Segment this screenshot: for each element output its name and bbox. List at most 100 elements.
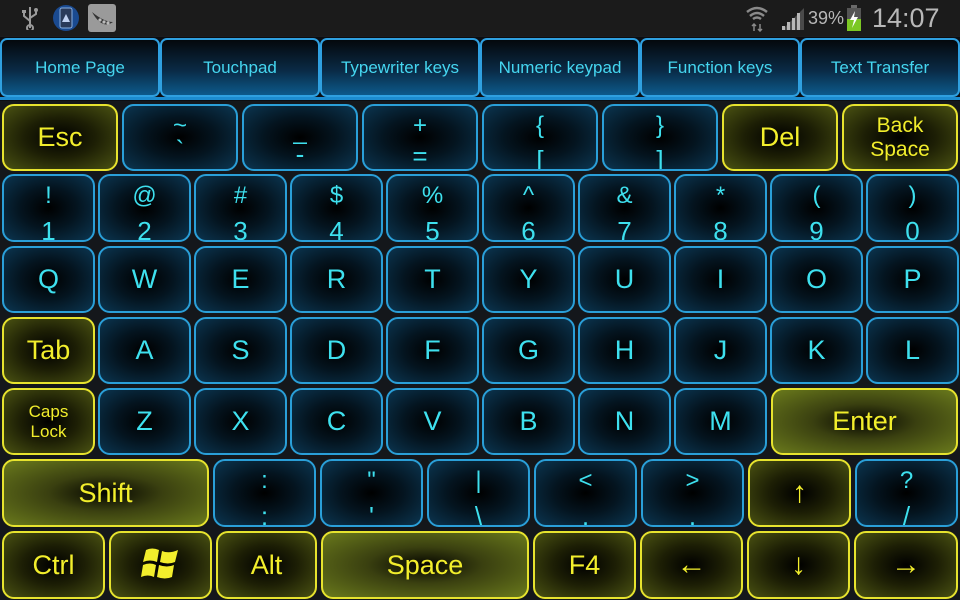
key-period[interactable]: >. — [641, 459, 744, 527]
key-e[interactable]: E — [194, 246, 287, 313]
key-label: T — [424, 264, 441, 294]
key-slash[interactable]: ? / — [855, 459, 958, 527]
key-digit-3[interactable]: #3 — [194, 174, 287, 242]
key-label: E — [231, 264, 250, 294]
key-z[interactable]: Z — [98, 388, 191, 455]
key-windows[interactable] — [109, 531, 212, 599]
key-h[interactable]: H — [578, 317, 671, 384]
tab-function-keys[interactable]: Function keys — [640, 38, 800, 97]
key-label-line1: Caps — [28, 402, 69, 422]
key-shift-label: % — [421, 182, 444, 209]
tab-touchpad[interactable]: Touchpad — [160, 38, 320, 97]
key-f4[interactable]: F4 — [533, 531, 636, 599]
key-label-line2: Lock — [30, 421, 67, 441]
key-tab[interactable]: Tab — [2, 317, 95, 384]
key-label: D — [326, 335, 347, 365]
key-label: X — [231, 406, 250, 436]
key-digit-4[interactable]: $4 — [290, 174, 383, 242]
usb-icon — [20, 4, 40, 32]
key-tilde[interactable]: ~ ` — [122, 104, 238, 171]
key-base-label: ] — [656, 145, 664, 171]
key-ctrl[interactable]: Ctrl — [2, 531, 105, 599]
key-k[interactable]: K — [770, 317, 863, 384]
key-c[interactable]: C — [290, 388, 383, 455]
key-arrow-up[interactable]: ↑ — [748, 459, 851, 527]
key-digit-2[interactable]: @2 — [98, 174, 191, 242]
key-right-bracket[interactable]: }] — [602, 104, 718, 171]
key-shift-label: + — [412, 112, 427, 139]
key-backspace[interactable]: Back Space — [842, 104, 958, 171]
key-digit-7[interactable]: & 7 — [578, 174, 671, 242]
key-t[interactable]: T — [386, 246, 479, 313]
tab-numeric-keypad[interactable]: Numeric keypad — [480, 38, 640, 97]
key-base-label: 0 — [905, 216, 920, 242]
key-shift[interactable]: Shift — [2, 459, 209, 527]
tab-text-transfer[interactable]: Text Transfer — [800, 38, 960, 97]
key-del[interactable]: Del — [722, 104, 838, 171]
key-digit-6[interactable]: ^ 6 — [482, 174, 575, 242]
key-quote[interactable]: " ' — [320, 459, 423, 527]
key-digit-5[interactable]: % 5 — [386, 174, 479, 242]
key-digit-9[interactable]: (9 — [770, 174, 863, 242]
key-u[interactable]: U — [578, 246, 671, 313]
key-y[interactable]: Y — [482, 246, 575, 313]
key-n[interactable]: N — [578, 388, 671, 455]
key-digit-0[interactable]: ) 0 — [866, 174, 959, 242]
key-base-label: ; — [260, 501, 269, 527]
key-shift-label: ( — [812, 182, 821, 209]
key-left-bracket[interactable]: {[ — [482, 104, 598, 171]
key-a[interactable]: A — [98, 317, 191, 384]
key-x[interactable]: X — [194, 388, 287, 455]
key-label: A — [135, 335, 154, 365]
key-label: O — [805, 264, 827, 294]
arrow-up-icon: ↑ — [792, 476, 807, 509]
key-b[interactable]: B — [482, 388, 575, 455]
key-r[interactable]: R — [290, 246, 383, 313]
key-label: C — [326, 406, 347, 436]
key-backslash[interactable]: | \ — [427, 459, 530, 527]
key-label: Esc — [37, 122, 83, 152]
key-f[interactable]: F — [386, 317, 479, 384]
key-shift-label: ! — [45, 182, 52, 209]
key-m[interactable]: M — [674, 388, 767, 455]
key-base-label: ' — [369, 501, 374, 527]
app-shield-icon — [52, 4, 80, 32]
key-label: Y — [519, 264, 538, 294]
key-p[interactable]: P — [866, 246, 959, 313]
key-base-label: 1 — [41, 216, 56, 242]
key-g[interactable]: G — [482, 317, 575, 384]
key-o[interactable]: O — [770, 246, 863, 313]
key-equals[interactable]: + = — [362, 104, 478, 171]
key-shift-label: * — [715, 182, 726, 209]
key-i[interactable]: I — [674, 246, 767, 313]
key-alt[interactable]: Alt — [216, 531, 317, 599]
key-digit-1[interactable]: ! 1 — [2, 174, 95, 242]
key-esc[interactable]: Esc — [2, 104, 118, 171]
key-arrow-left[interactable]: ← — [640, 531, 743, 599]
key-space[interactable]: Space — [321, 531, 529, 599]
key-arrow-right[interactable]: → — [854, 531, 958, 599]
key-minus[interactable]: _ - — [242, 104, 358, 171]
peapod-app-icon — [88, 4, 116, 32]
key-shift-label: @ — [132, 182, 157, 209]
key-label: S — [231, 335, 250, 365]
key-s[interactable]: S — [194, 317, 287, 384]
key-digit-8[interactable]: * 8 — [674, 174, 767, 242]
key-j[interactable]: J — [674, 317, 767, 384]
tab-home-page[interactable]: Home Page — [0, 38, 160, 97]
key-label: W — [131, 264, 158, 294]
key-enter[interactable]: Enter — [771, 388, 958, 455]
key-base-label: 3 — [233, 216, 248, 242]
key-base-label: ` — [175, 135, 185, 165]
key-label: L — [904, 335, 921, 365]
tab-typewriter-keys[interactable]: Typewriter keys — [320, 38, 480, 97]
key-w[interactable]: W — [98, 246, 191, 313]
key-q[interactable]: Q — [2, 246, 95, 313]
key-arrow-down[interactable]: ↓ — [747, 531, 850, 599]
key-caps-lock[interactable]: Caps Lock — [2, 388, 95, 455]
key-l[interactable]: L — [866, 317, 959, 384]
key-d[interactable]: D — [290, 317, 383, 384]
key-semicolon[interactable]: :; — [213, 459, 316, 527]
key-comma[interactable]: <, — [534, 459, 637, 527]
key-v[interactable]: V — [386, 388, 479, 455]
